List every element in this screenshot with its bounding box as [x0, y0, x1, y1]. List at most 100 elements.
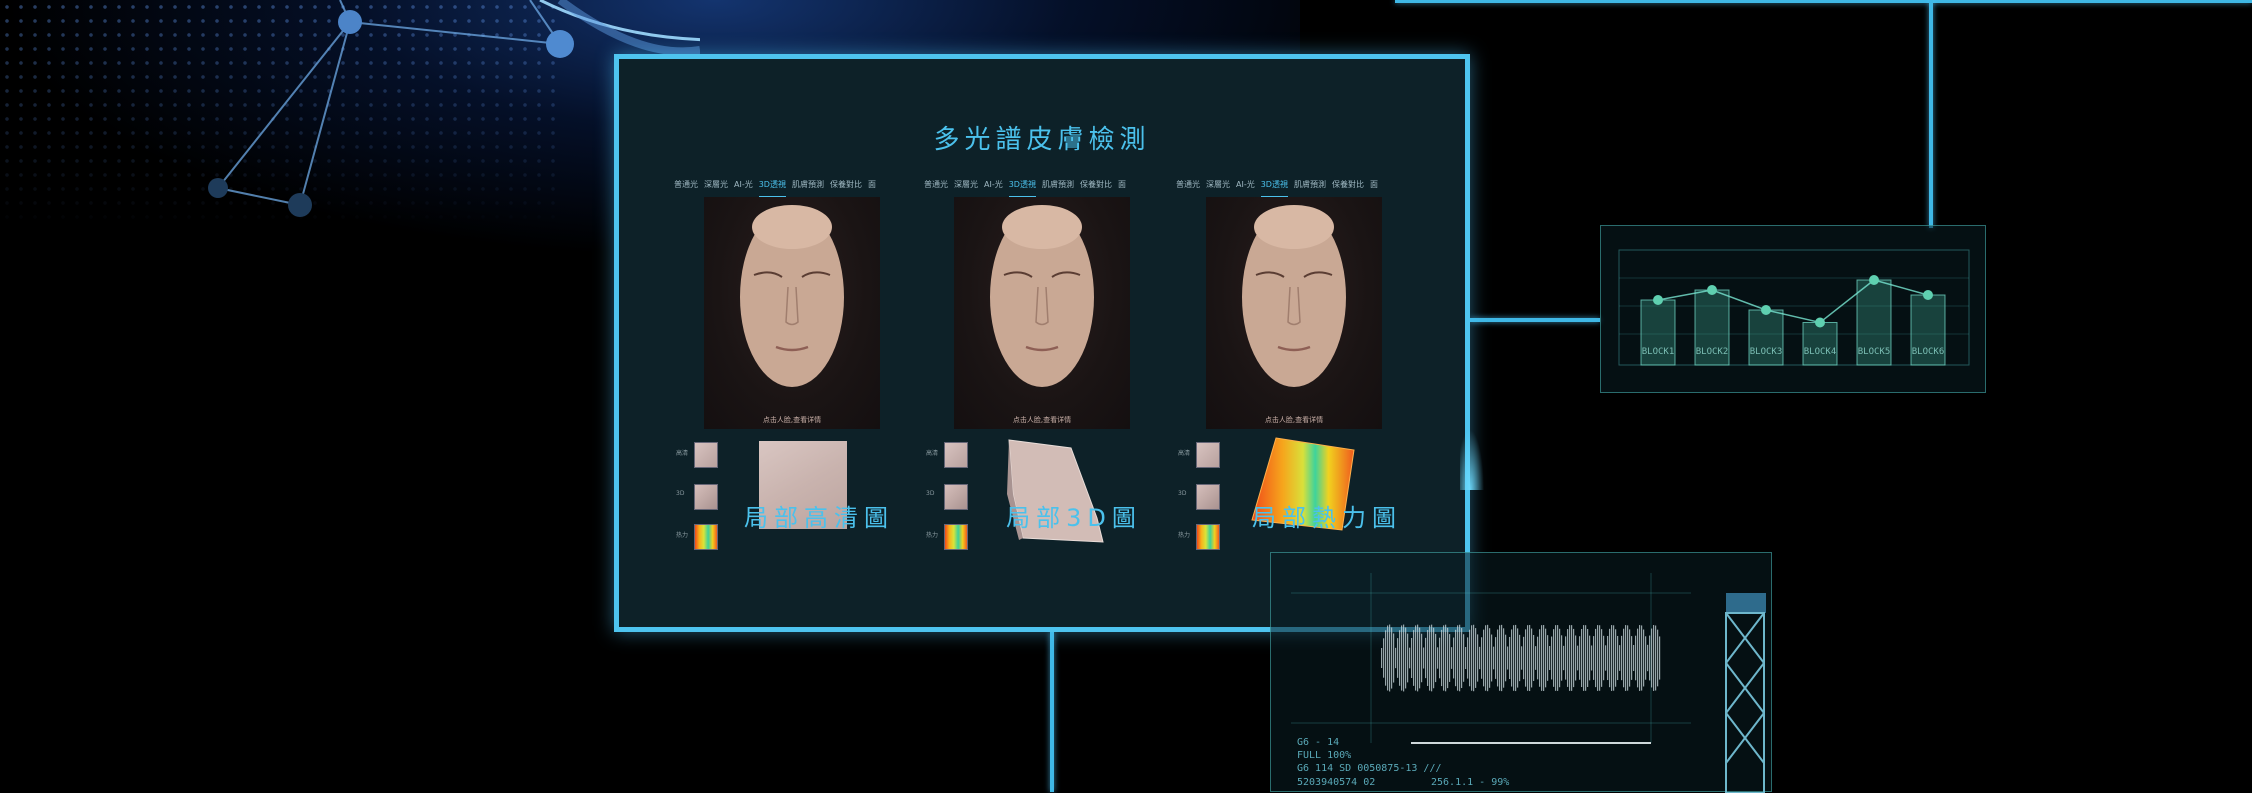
column-3d: 普通光 深層光 AI-光 3D透視 肌膚預測 保養對比 面 点击人脸,查看详情 … [924, 179, 1174, 550]
waveform-bar [1413, 630, 1415, 686]
waveform-bar [1649, 635, 1651, 681]
waveform-bar [1493, 646, 1495, 670]
waveform-bar [1603, 635, 1605, 681]
hud-line-5: 256.1.1 - 99% [1431, 777, 1510, 788]
waveform-bar [1591, 645, 1593, 671]
waveform-bar [1515, 624, 1517, 692]
face-image[interactable]: 点击人脸,查看详情 [1206, 197, 1382, 429]
waveform-bar [1485, 625, 1487, 691]
face-photo [990, 205, 1094, 387]
waveform-bar [1477, 634, 1479, 682]
waveform-bar [1575, 635, 1577, 681]
tab-3d[interactable]: 3D透視 [1008, 179, 1036, 197]
tab-deep[interactable]: 深層光 [704, 179, 728, 197]
waveform-bar [1553, 629, 1555, 687]
tab-3d[interactable]: 3D透視 [1260, 179, 1288, 197]
tab-predict[interactable]: 肌膚預測 [1042, 179, 1074, 197]
waveform-bar [1501, 624, 1503, 692]
thumb-label: 高清 [676, 450, 689, 457]
hud-bar-label: BLOCK2 [1696, 347, 1729, 357]
tab-bar: 普通光 深層光 AI-光 3D透視 肌膚預測 保養對比 面 [924, 179, 1174, 197]
waveform-bar [1499, 625, 1501, 691]
hud-bar-label: BLOCK6 [1912, 347, 1945, 357]
waveform-bar [1543, 625, 1545, 691]
connector-line-right-vertical [1929, 0, 1933, 228]
tab-normal[interactable]: 普通光 [1176, 179, 1200, 197]
tab-ai[interactable]: AI-光 [1236, 179, 1255, 197]
waveform-bar [1439, 637, 1441, 679]
thumb-label: 高清 [1178, 450, 1191, 457]
waveform-bar [1521, 646, 1523, 670]
tab-deep[interactable]: 深層光 [954, 179, 978, 197]
waveform-bar [1467, 637, 1469, 679]
panel-edge-glow [1460, 430, 1484, 490]
waveform-bar [1507, 646, 1509, 670]
waveform-bar [1579, 636, 1581, 680]
waveform-bar [1505, 634, 1507, 682]
thumbnail-hd[interactable] [694, 442, 718, 468]
waveform-bar [1517, 628, 1519, 688]
label-local-3d: 局部3D圖 [1006, 504, 1142, 532]
waveform-bar [1503, 628, 1505, 688]
tab-predict[interactable]: 肌膚預測 [792, 179, 824, 197]
tab-ai[interactable]: AI-光 [984, 179, 1003, 197]
thumbnail-hd[interactable] [944, 442, 968, 468]
waveform-bar [1607, 635, 1609, 681]
face-caption: 点击人脸,查看详情 [1012, 416, 1072, 424]
waveform-bar [1405, 627, 1407, 689]
waveform-bar [1617, 635, 1619, 681]
face-photo [1242, 205, 1346, 387]
waveform-bar [1397, 638, 1399, 678]
tab-face[interactable]: 面 [1118, 179, 1126, 197]
tab-predict[interactable]: 肌膚預測 [1294, 179, 1326, 197]
thumbnail-hd[interactable] [1196, 442, 1220, 468]
tab-bar: 普通光 深層光 AI-光 3D透視 肌膚預測 保養對比 面 [1176, 179, 1426, 197]
waveform-bar [1409, 647, 1411, 669]
face-photo [740, 205, 844, 387]
tab-compare[interactable]: 保養對比 [1080, 179, 1112, 197]
tab-compare[interactable]: 保養對比 [1332, 179, 1364, 197]
waveform-bar [1435, 633, 1437, 683]
waveform-bar [1585, 625, 1587, 691]
waveform-bar [1395, 647, 1397, 669]
waveform-bar [1633, 644, 1635, 672]
waveform-bar [1593, 636, 1595, 680]
waveform-bar [1659, 636, 1661, 680]
waveform-bar [1419, 627, 1421, 689]
face-image[interactable]: 点击人脸,查看详情 [704, 197, 880, 429]
tab-face[interactable]: 面 [1370, 179, 1378, 197]
tab-normal[interactable]: 普通光 [674, 179, 698, 197]
waveform-bar [1431, 624, 1433, 692]
waveform-bar [1465, 646, 1467, 670]
hud-point [1923, 290, 1933, 300]
waveform-bar [1631, 636, 1633, 680]
waveform-bar [1399, 630, 1401, 686]
hud-point [1869, 275, 1879, 285]
tab-compare[interactable]: 保養對比 [830, 179, 862, 197]
tab-3d[interactable]: 3D透視 [758, 179, 786, 197]
waveform-bar [1513, 625, 1515, 691]
waveform-bar [1445, 624, 1447, 692]
thumb-label: 3D [676, 490, 685, 497]
waveform-bar [1615, 629, 1617, 687]
waveform-bar [1627, 625, 1629, 691]
tab-deep[interactable]: 深層光 [1206, 179, 1230, 197]
hud-line-2: FULL 100% [1297, 750, 1352, 761]
waveform-bar [1487, 624, 1489, 692]
waveform-bar [1605, 645, 1607, 671]
waveform-bar [1425, 637, 1427, 679]
tab-face[interactable]: 面 [868, 179, 876, 197]
tab-normal[interactable]: 普通光 [924, 179, 948, 197]
waveform-bar [1651, 628, 1653, 688]
waveform-bar [1537, 636, 1539, 680]
face-caption: 点击人脸,查看详情 [762, 416, 822, 424]
waveform-bar [1511, 629, 1513, 687]
waveform-bar [1433, 627, 1435, 689]
waveform-bar [1647, 644, 1649, 672]
hud-line-4: 5203940574 02 [1297, 777, 1376, 788]
waveform-bar [1441, 629, 1443, 687]
tab-ai[interactable]: AI-光 [734, 179, 753, 197]
waveform-bar [1533, 635, 1535, 681]
waveform-bar [1625, 625, 1627, 691]
face-image[interactable]: 点击人脸,查看详情 [954, 197, 1130, 429]
